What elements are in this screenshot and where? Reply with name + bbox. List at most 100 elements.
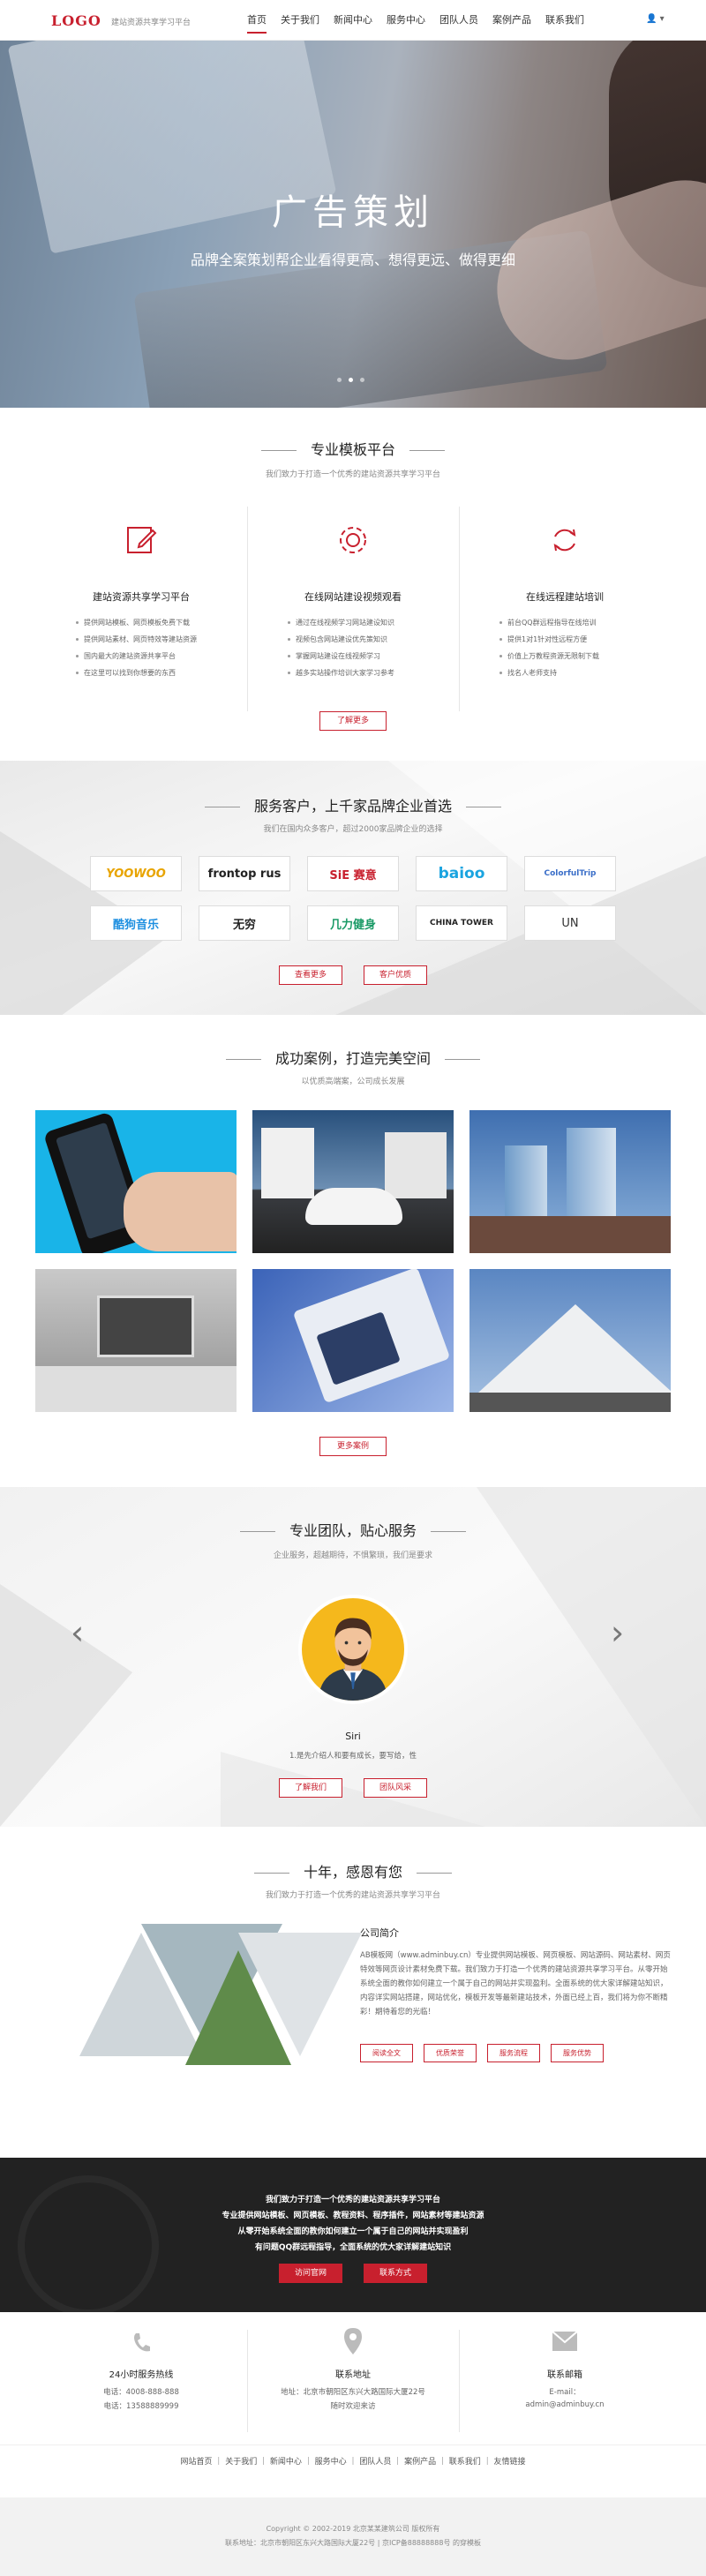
section-subtitle: 企业服务，超越期待，不惧繁琐，我们是要求 xyxy=(273,1551,432,1560)
avatar xyxy=(298,1595,408,1704)
person-avatar-icon xyxy=(318,1618,388,1701)
feature-column: 在线远程建站培训 前台QQ群远程指导在线培训 提供1对1针对性远程方便 价值上万… xyxy=(461,507,669,717)
read-more-button[interactable]: 阅读全文 xyxy=(360,2044,413,2062)
cta-line: 从零开始系统全面的教你如何建立一个属于自己的网站并实现盈利 xyxy=(237,2227,469,2236)
next-arrow-icon[interactable]: › xyxy=(611,1615,632,1650)
contact-line: 电话：4008-888-888 xyxy=(103,2388,179,2397)
footer-links: 网站首页 ｜ 关于我们 ｜ 新闻中心 ｜ 服务中心 ｜ 团队人员 ｜ 案例产品 … xyxy=(0,2445,706,2497)
process-button[interactable]: 服务流程 xyxy=(487,2044,540,2062)
slider-dot-active[interactable] xyxy=(349,378,353,382)
section-title: 专业团队，贴心服务 xyxy=(0,1519,706,1540)
client-logo[interactable]: YOOWOO xyxy=(90,856,182,891)
case-image-desk[interactable] xyxy=(35,1269,237,1412)
contact-line: E-mail： xyxy=(549,2388,581,2397)
more-cases-button[interactable]: 更多案例 xyxy=(319,1437,387,1456)
client-logo[interactable]: 几力健身 xyxy=(307,905,399,941)
list-item: 提供网站素材、网页特效等建站资源 xyxy=(76,631,197,648)
list-item: 通过在线视频学习网站建设知识 xyxy=(288,614,394,631)
case-image-phone[interactable] xyxy=(35,1110,237,1253)
slider-dot[interactable] xyxy=(360,378,364,382)
list-item: 国内最大的建站资源共享平台 xyxy=(76,648,197,665)
phone-icon xyxy=(134,2333,150,2352)
list-item: 掌握网站建设在线视频学习 xyxy=(288,648,394,665)
section-subtitle: 我们在国内众多客户，超过2000家品牌企业的选择 xyxy=(263,825,443,834)
client-quality-button[interactable]: 客户优质 xyxy=(364,965,427,985)
feature-column: 在线网站建设视频观看 通过在线视频学习网站建设知识 视频包含网站建设优先策知识 … xyxy=(249,507,457,717)
case-image-building[interactable] xyxy=(469,1269,671,1412)
case-image-towers[interactable] xyxy=(469,1110,671,1253)
learn-more-button[interactable]: 了解更多 xyxy=(319,711,387,731)
cta-line: 专业提供网站模板、网页模板、教程资料、程序插件，网站素材等建站资源 xyxy=(222,2212,484,2220)
hero-banner: 广告策划 品牌全案策划帮企业看得更高、想得更远、做得更细 xyxy=(0,41,706,408)
contact-phone: 24小时服务热线 电话：4008-888-888 电话：13588889999 xyxy=(35,2312,247,2445)
address-text: 联系地址：北京市朝阳区东兴大路国际大厦22号 | 京ICP备88888888号 … xyxy=(225,2539,481,2547)
list-item: 提供网站模板、网页模板免费下载 xyxy=(76,614,197,631)
gear-icon xyxy=(340,527,366,553)
location-pin-icon xyxy=(344,2328,362,2354)
case-image-car[interactable] xyxy=(252,1110,454,1253)
contact-line: 随时欢迎来访 xyxy=(330,2402,376,2411)
nav-item-about[interactable]: 关于我们 xyxy=(274,0,327,41)
list-item: 越多实站操作培训大家学习参考 xyxy=(288,665,394,681)
feature-title: 在线网站建设视频观看 xyxy=(304,591,402,603)
feature-list: 前台QQ群远程指导在线培训 提供1对1针对性远程方便 价值上万教程资源无限制下载… xyxy=(499,614,599,681)
hero-title: 广告策划 xyxy=(272,192,434,233)
platform-section: 专业模板平台 我们致力于打造一个优秀的建站资源共享学习平台 建站资源共享学习平台… xyxy=(0,408,706,761)
feature-list: 提供网站模板、网页模板免费下载 提供网站素材、网页特效等建站资源 国内最大的建站… xyxy=(76,614,197,681)
feature-title: 在线远程建站培训 xyxy=(526,591,604,603)
footer-nav[interactable]: 网站首页 ｜ 关于我们 ｜ 新闻中心 ｜ 服务中心 ｜ 团队人员 ｜ 案例产品 … xyxy=(0,2445,706,2479)
site-tagline: 建站资源共享学习平台 xyxy=(111,19,192,27)
client-logo[interactable]: ColorfulTrip xyxy=(524,856,616,891)
user-menu-icon[interactable]: 👤 ▾ xyxy=(646,14,665,24)
client-logo[interactable]: SiE 赛意 xyxy=(307,856,399,891)
section-subtitle: 我们致力于打造一个优秀的建站资源共享学习平台 xyxy=(265,470,440,479)
visit-site-button[interactable]: 访问官网 xyxy=(279,2264,342,2283)
client-logo[interactable]: frontop rus xyxy=(199,856,290,891)
copyright-text: Copyright © 2002-2019 北京某某建筑公司 版权所有 xyxy=(266,2525,440,2533)
list-item: 在这里可以找到你想要的东西 xyxy=(76,665,197,681)
advantage-button[interactable]: 服务优势 xyxy=(551,2044,604,2062)
client-logo[interactable]: 酷狗音乐 xyxy=(90,905,182,941)
slider-dot[interactable] xyxy=(337,378,342,382)
nav-item-cases[interactable]: 案例产品 xyxy=(485,0,538,41)
nav-item-team[interactable]: 团队人员 xyxy=(432,0,485,41)
member-description: 1.是先介绍人和要有成长，要写给，性 xyxy=(289,1752,417,1761)
nav-item-home[interactable]: 首页 xyxy=(240,0,274,41)
member-name: Siri xyxy=(345,1731,361,1742)
contact-line: 地址：北京市朝阳区东兴大路国际大厦22号 xyxy=(281,2388,425,2397)
client-logo[interactable]: CHINA TOWER xyxy=(416,905,507,941)
feature-list: 通过在线视频学习网站建设知识 视频包含网站建设优先策知识 掌握网站建设在线视频学… xyxy=(288,614,394,681)
divider xyxy=(247,507,248,711)
case-image-apps[interactable] xyxy=(252,1269,454,1412)
prev-arrow-icon[interactable]: ‹ xyxy=(71,1615,92,1650)
honor-button[interactable]: 优质荣誉 xyxy=(424,2044,477,2062)
list-item: 找名人老师支持 xyxy=(499,665,599,681)
contact-section: 24小时服务热线 电话：4008-888-888 电话：13588889999 … xyxy=(0,2312,706,2445)
about-us-button[interactable]: 了解我们 xyxy=(279,1778,342,1798)
client-logo[interactable]: baioo xyxy=(416,856,507,891)
hero-subtitle: 品牌全案策划帮企业看得更高、想得更远、做得更细 xyxy=(190,252,515,268)
slider-dots xyxy=(337,378,364,382)
team-style-button[interactable]: 团队风采 xyxy=(364,1778,427,1798)
refresh-icon xyxy=(553,529,576,552)
feature-column: 建站资源共享学习平台 提供网站模板、网页模板免费下载 提供网站素材、网页特效等建… xyxy=(37,507,245,717)
nav-item-service[interactable]: 服务中心 xyxy=(379,0,432,41)
client-logo[interactable]: UN xyxy=(524,905,616,941)
list-item: 前台QQ群远程指导在线培训 xyxy=(499,614,599,631)
clients-section: 服务客户，上千家品牌企业首选 我们在国内众多客户，超过2000家品牌企业的选择 … xyxy=(0,761,706,1015)
mail-icon xyxy=(552,2332,577,2351)
site-logo[interactable]: LOGO xyxy=(51,12,101,29)
contact-button[interactable]: 联系方式 xyxy=(364,2264,427,2283)
list-item: 价值上万教程资源无限制下载 xyxy=(499,648,599,665)
view-more-button[interactable]: 查看更多 xyxy=(279,965,342,985)
client-logo[interactable]: 无穷 xyxy=(199,905,290,941)
nav-item-news[interactable]: 新闻中心 xyxy=(327,0,379,41)
contact-title: 联系地址 xyxy=(335,2370,371,2380)
site-header: LOGO 建站资源共享学习平台 首页 关于我们 新闻中心 服务中心 团队人员 案… xyxy=(0,0,706,41)
divider xyxy=(459,507,460,711)
section-subtitle: 以优质高端案，公司成长发展 xyxy=(301,1078,405,1086)
about-section: 十年，感恩有您 我们致力于打造一个优秀的建站资源共享学习平台 公司简介 AB模板… xyxy=(0,1827,706,2158)
nav-item-contact[interactable]: 联系我们 xyxy=(538,0,591,41)
main-nav: 首页 关于我们 新闻中心 服务中心 团队人员 案例产品 联系我们 xyxy=(240,0,591,41)
contact-title: 联系邮箱 xyxy=(547,2370,582,2380)
